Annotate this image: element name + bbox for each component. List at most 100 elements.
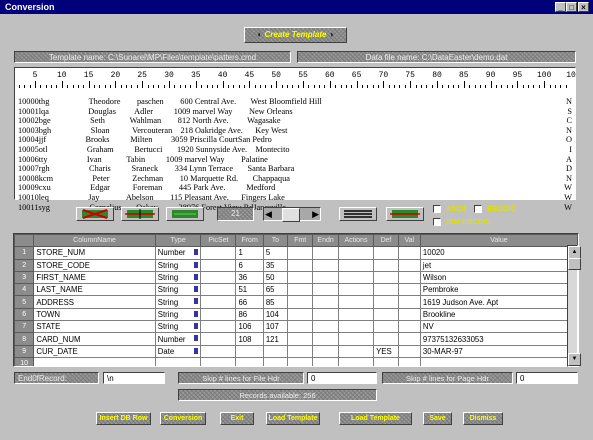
- grid-cell-actions[interactable]: [337, 283, 375, 297]
- grid-cell-val[interactable]: [397, 283, 421, 297]
- grid-cell-actions[interactable]: [337, 246, 375, 260]
- dropdown-icon[interactable]: [194, 273, 199, 280]
- dropdown-icon[interactable]: [194, 310, 199, 317]
- dropdown-icon[interactable]: [194, 323, 199, 330]
- grid-cell-name[interactable]: STORE_CODE: [33, 258, 156, 272]
- grid-cell-name[interactable]: CARD_NUM: [33, 332, 156, 346]
- row-number[interactable]: 2: [14, 258, 35, 272]
- grid-cell-name[interactable]: TOWN: [33, 307, 156, 322]
- scroll-thumb[interactable]: [568, 258, 581, 270]
- grid-cell-def[interactable]: [373, 283, 399, 297]
- grid-cell-name[interactable]: LAST_NAME: [33, 283, 156, 297]
- grid-header-cell[interactable]: ColumnName: [33, 234, 156, 248]
- grid-cell-to[interactable]: 121: [262, 332, 289, 346]
- grid-cell-value[interactable]: Wilson: [419, 270, 578, 285]
- add-column-button[interactable]: [166, 207, 204, 221]
- grid-cell-def[interactable]: [373, 356, 399, 366]
- grid-cell-type[interactable]: Date: [154, 344, 202, 358]
- grid-cell-value[interactable]: jet: [419, 258, 578, 272]
- grid-cell-val[interactable]: [397, 332, 421, 346]
- maximize-button[interactable]: □: [566, 2, 577, 12]
- grid-cell-actions[interactable]: [337, 258, 375, 272]
- grid-header-cell[interactable]: PicSet: [200, 234, 237, 248]
- grid-cell-def[interactable]: [373, 295, 399, 309]
- table-row[interactable]: 6 TOWN String 86 104 Brookline: [14, 307, 578, 322]
- grid-cell-actions[interactable]: [337, 295, 375, 309]
- grid-cell-type[interactable]: String: [154, 295, 202, 309]
- grid-cell-name[interactable]: [33, 356, 156, 366]
- close-button[interactable]: ×: [578, 2, 589, 12]
- dropdown-icon[interactable]: [194, 298, 199, 305]
- grid-header-cell[interactable]: Endn: [312, 234, 339, 248]
- grid-cell-fmt[interactable]: [287, 344, 314, 358]
- grid-cell-name[interactable]: ADDRESS: [33, 295, 156, 309]
- grid-cell-endn[interactable]: [312, 258, 339, 272]
- grid-cell-value[interactable]: NV: [419, 320, 578, 334]
- grid-cell-actions[interactable]: [337, 356, 375, 366]
- column-definition-grid[interactable]: ColumnName Type PicSet From To Fmt Endn Actions…: [13, 233, 579, 367]
- row-number[interactable]: 7: [14, 320, 35, 334]
- ascii-checkbox[interactable]: [433, 205, 441, 213]
- align-lines-button[interactable]: [339, 207, 377, 221]
- grid-cell-pic[interactable]: [200, 246, 237, 260]
- grid-cell-name[interactable]: FIRST_NAME: [33, 270, 156, 285]
- grid-cell-from[interactable]: 36: [235, 270, 264, 285]
- grid-cell-to[interactable]: 107: [262, 320, 289, 334]
- grid-cell-val[interactable]: [397, 307, 421, 322]
- grid-cell-endn[interactable]: [312, 332, 339, 346]
- slider-left-arrow-icon[interactable]: ◀: [265, 209, 272, 219]
- grid-cell-actions[interactable]: [337, 320, 375, 334]
- grid-cell-def[interactable]: YES: [373, 344, 399, 358]
- grid-cell-endn[interactable]: [312, 270, 339, 285]
- column-slider[interactable]: ◀ ▶: [263, 207, 321, 222]
- minimize-button[interactable]: _: [555, 2, 566, 12]
- grid-cell-def[interactable]: [373, 258, 399, 272]
- grid-cell-endn[interactable]: [312, 344, 339, 358]
- grid-cell-actions[interactable]: [337, 307, 375, 322]
- grid-cell-type[interactable]: [154, 356, 202, 366]
- table-row[interactable]: 7 STATE String 106 107 NV: [14, 320, 578, 334]
- grid-cell-fmt[interactable]: [287, 283, 314, 297]
- grid-cell-fmt[interactable]: [287, 258, 314, 272]
- grid-cell-actions[interactable]: [337, 270, 375, 285]
- dropdown-icon[interactable]: [194, 335, 199, 342]
- table-row[interactable]: 3 FIRST_NAME String 36 50 Wilson: [14, 270, 578, 285]
- grid-cell-value[interactable]: 1619 Judson Ave. Apt: [419, 295, 578, 309]
- grid-cell-val[interactable]: [397, 320, 421, 334]
- grid-cell-type[interactable]: Number: [154, 332, 202, 346]
- grid-cell-fmt[interactable]: [287, 307, 314, 322]
- grid-cell-to[interactable]: 85: [262, 295, 289, 309]
- grid-cell-to[interactable]: 50: [262, 270, 289, 285]
- row-number[interactable]: 8: [14, 332, 35, 346]
- row-number[interactable]: 9: [14, 344, 35, 358]
- save-button[interactable]: Save: [423, 412, 452, 425]
- grid-cell-name[interactable]: STATE: [33, 320, 156, 334]
- grid-cell-val[interactable]: [397, 258, 421, 272]
- grid-cell-from[interactable]: 51: [235, 283, 264, 297]
- grid-cell-def[interactable]: [373, 332, 399, 346]
- grid-cell-endn[interactable]: [312, 320, 339, 334]
- split-column-button[interactable]: [121, 207, 159, 221]
- grid-cell-actions[interactable]: [337, 332, 375, 346]
- grid-cell-fmt[interactable]: [287, 356, 314, 366]
- grid-cell-to[interactable]: 5: [262, 246, 289, 260]
- conversion-button[interactable]: Conversion: [160, 412, 206, 425]
- grid-cell-type[interactable]: String: [154, 320, 202, 334]
- ebcdic-checkbox[interactable]: [474, 205, 482, 213]
- grid-cell-val[interactable]: [397, 356, 421, 366]
- grid-vertical-scrollbar[interactable]: ▲ ▼: [567, 245, 581, 367]
- scroll-down-arrow-icon[interactable]: ▼: [568, 353, 581, 366]
- ibm-ebcdic-checkbox[interactable]: [433, 218, 441, 226]
- row-number[interactable]: 1: [14, 246, 35, 260]
- grid-cell-from[interactable]: [235, 356, 264, 366]
- grid-cell-from[interactable]: 1: [235, 246, 264, 260]
- row-number[interactable]: 6: [14, 307, 35, 322]
- grid-cell-endn[interactable]: [312, 283, 339, 297]
- grid-cell-pic[interactable]: [200, 295, 237, 309]
- grid-cell-value[interactable]: Brookline: [419, 307, 578, 322]
- grid-cell-value[interactable]: 97375132633053: [419, 332, 578, 346]
- dismiss-button[interactable]: Dismiss: [463, 412, 503, 425]
- table-row[interactable]: 4 LAST_NAME String 51 65 Pembroke: [14, 283, 578, 297]
- grid-cell-val[interactable]: [397, 344, 421, 358]
- grid-cell-pic[interactable]: [200, 320, 237, 334]
